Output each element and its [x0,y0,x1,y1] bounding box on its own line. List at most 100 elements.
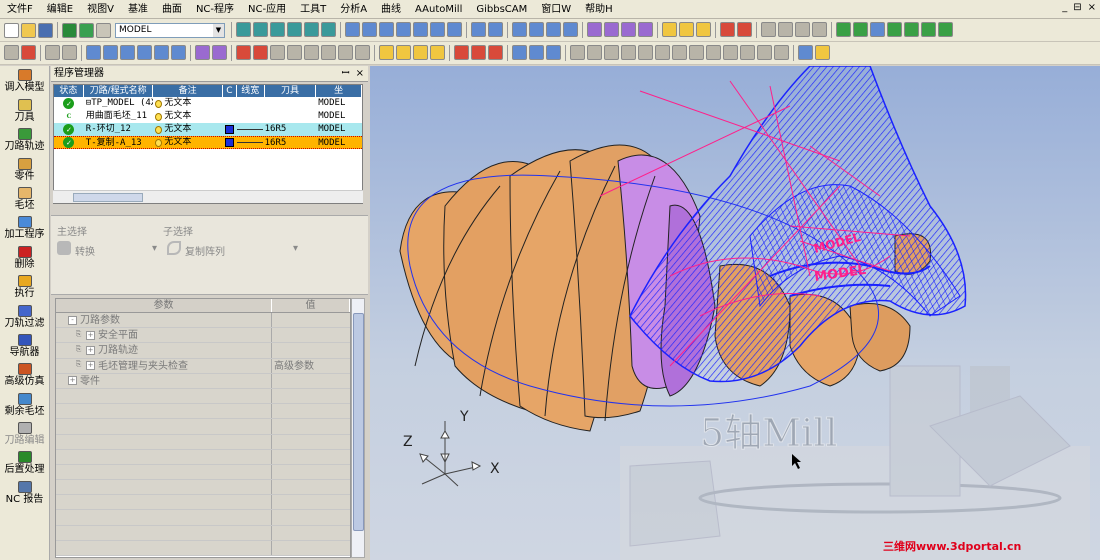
scale-icon[interactable] [774,45,789,60]
sketch-4-icon[interactable] [287,45,302,60]
dimension-icon[interactable] [396,45,411,60]
measure-icon[interactable] [379,45,394,60]
menu-item[interactable]: 曲线 [374,0,408,19]
expand-icon[interactable]: + [86,330,95,340]
sketch-3-icon[interactable] [270,45,285,60]
view-iso-icon[interactable] [345,22,360,37]
color-cell[interactable] [223,97,237,110]
machining-icon[interactable] [836,22,851,37]
color-cell[interactable] [223,110,237,123]
menu-item[interactable]: 基准 [121,0,155,19]
menu-item[interactable]: NC-程序 [189,0,241,19]
layers-icon[interactable] [96,22,111,38]
layer-6-icon[interactable] [171,45,186,60]
new-file-icon[interactable] [4,22,19,38]
scrollbar-thumb[interactable] [353,313,364,531]
left-toolbar-item[interactable]: 刀路轨迹 [0,125,49,154]
parameter-value[interactable] [272,343,350,357]
layer-combo[interactable]: MODEL ▼ [115,22,225,38]
parameter-row[interactable]: ⎘ + 安全平面 [56,328,350,344]
trim-icon[interactable] [689,45,704,60]
column-color[interactable]: C [223,85,237,97]
layout-3-icon[interactable] [621,22,636,37]
wireframe-icon[interactable] [488,22,503,37]
table-row[interactable]: ✓ T-复制-A_13 无文本 16R5 MODEL [54,136,362,149]
sketch-1-icon[interactable] [236,45,251,60]
left-toolbar-item[interactable]: 毛坯 [0,184,49,213]
color-cell[interactable] [223,123,237,136]
view-front-icon[interactable] [379,22,394,37]
parameter-value[interactable] [272,313,350,327]
chevron-down-icon[interactable]: ▼ [213,23,224,37]
arc-icon[interactable] [604,45,619,60]
view-bottom-icon[interactable] [447,22,462,37]
report-icon[interactable] [921,22,936,37]
column-note[interactable]: 备注 [153,85,223,97]
redo-icon[interactable] [79,22,94,38]
sketch-6-icon[interactable] [321,45,336,60]
layout-2-icon[interactable] [604,22,619,37]
parameter-row[interactable]: - 刀路参数 [56,313,350,329]
shade-icon[interactable] [471,22,486,37]
offset-icon[interactable] [740,45,755,60]
vertical-scrollbar[interactable] [351,298,365,558]
parameter-value[interactable] [272,374,350,388]
render-icon[interactable] [512,22,527,37]
close-icon[interactable]: × [356,66,364,82]
left-toolbar-item[interactable]: 零件 [0,154,49,183]
left-toolbar-item[interactable]: 加工程序 [0,213,49,242]
light-bulb-icon[interactable] [662,22,677,37]
menu-item[interactable]: 曲面 [155,0,189,19]
column-name[interactable]: 刀路/程式名称 [84,85,154,97]
sketch-2-icon[interactable] [253,45,268,60]
pin-icon[interactable]: ꟷ [341,66,349,82]
table-row[interactable]: ✓ R-环切_12 无文本 16R5 MODEL [54,123,362,136]
triangle-icon[interactable] [938,22,953,37]
column-tool[interactable]: 刀具 [265,85,317,97]
minimize-icon[interactable]: _ [1062,2,1067,13]
cross-icon[interactable] [655,45,670,60]
undo-select-icon[interactable] [62,45,77,60]
view-top-icon[interactable] [362,22,377,37]
rotate-icon[interactable] [321,22,336,37]
sketch-8-icon[interactable] [355,45,370,60]
light-bulb-3-icon[interactable] [696,22,711,37]
horizontal-scrollbar[interactable] [53,190,363,203]
view-left-icon[interactable] [413,22,428,37]
zoom-icon[interactable] [287,22,302,37]
column-status[interactable]: 状态 [54,85,84,97]
line-icon[interactable] [570,45,585,60]
layer-1-icon[interactable] [86,45,101,60]
parameter-row[interactable]: ⎘ + 毛坯管理与夹头检查 高级参数 [56,358,350,374]
mirror-icon[interactable] [672,45,687,60]
left-toolbar-item[interactable]: 调入模型 [0,66,49,95]
expand-icon[interactable]: + [86,361,95,371]
plane-icon[interactable] [795,22,810,37]
sketch-7-icon[interactable] [338,45,353,60]
machining-2-icon[interactable] [853,22,868,37]
feature-icon[interactable] [212,45,227,60]
arrow-right-icon[interactable] [737,22,752,37]
polyline-icon[interactable] [587,45,602,60]
column-coordinate[interactable]: 坐 [316,85,362,97]
layer-4-icon[interactable] [137,45,152,60]
scrollbar-thumb[interactable] [73,193,143,202]
left-toolbar-item[interactable]: 高级仿真 [0,360,49,389]
simulate-icon[interactable] [887,22,902,37]
menu-item[interactable]: NC-应用 [241,0,293,19]
menu-item[interactable]: 窗口W [534,0,578,19]
paint-bucket-icon[interactable] [815,45,830,60]
grid-icon[interactable] [761,22,776,37]
zoom-box-icon[interactable] [270,22,285,37]
solid-icon[interactable] [563,22,578,37]
anchor-icon[interactable] [798,45,813,60]
left-toolbar-item[interactable]: 删除 [0,242,49,271]
parameter-value[interactable] [272,328,350,342]
layout-4-icon[interactable] [638,22,653,37]
expand-icon[interactable]: + [68,376,77,386]
axis-1-icon[interactable] [512,45,527,60]
table-row[interactable]: ᴄ 用曲面毛坯_11 无文本 MODEL [54,110,362,123]
layout-1-icon[interactable] [587,22,602,37]
layer-2-icon[interactable] [103,45,118,60]
menu-item[interactable]: 编辑E [40,0,80,19]
